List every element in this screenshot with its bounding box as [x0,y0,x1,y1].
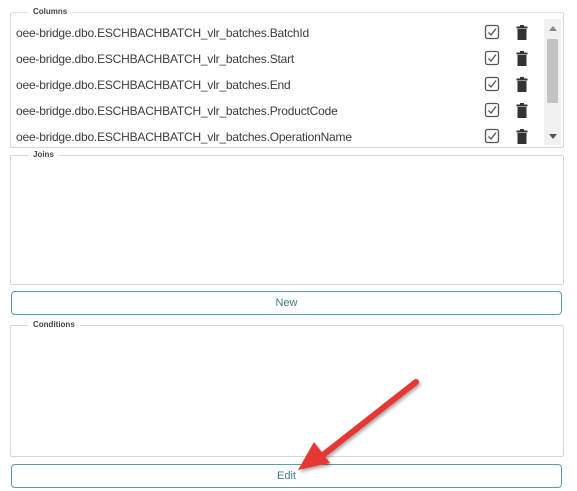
columns-legend: Columns [28,7,73,17]
column-row[interactable]: oee-bridge.dbo.ESCHBACHBATCH_vlr_batches… [11,125,541,147]
column-row[interactable]: oee-bridge.dbo.ESCHBACHBATCH_vlr_batches… [11,47,541,73]
trash-icon[interactable] [513,75,531,93]
column-row[interactable]: oee-bridge.dbo.ESCHBACHBATCH_vlr_batches… [11,21,541,47]
columns-group: Columns oee-bridge.dbo.ESCHBACHBATCH_vlr… [10,7,564,148]
trash-icon[interactable] [513,101,531,119]
conditions-group: Conditions [10,320,564,457]
checkbox-edit-icon[interactable] [483,23,501,41]
checkbox-edit-icon[interactable] [483,101,501,119]
column-row[interactable]: oee-bridge.dbo.ESCHBACHBATCH_vlr_batches… [11,73,541,99]
edit-conditions-button[interactable]: Edit [11,464,562,488]
scroll-down-arrow-icon[interactable] [544,129,561,143]
conditions-legend: Conditions [28,320,80,330]
new-join-button[interactable]: New [11,291,562,315]
joins-legend: Joins [28,150,59,160]
trash-icon[interactable] [513,23,531,41]
column-name: oee-bridge.dbo.ESCHBACHBATCH_vlr_batches… [16,26,309,40]
trash-icon[interactable] [513,49,531,67]
checkbox-edit-icon[interactable] [483,75,501,93]
column-name: oee-bridge.dbo.ESCHBACHBATCH_vlr_batches… [16,104,338,118]
trash-icon[interactable] [513,127,531,145]
checkbox-edit-icon[interactable] [483,127,501,145]
column-name: oee-bridge.dbo.ESCHBACHBATCH_vlr_batches… [16,130,352,144]
scrollbar-thumb[interactable] [547,39,558,103]
columns-scrollbar[interactable] [544,19,561,145]
column-row[interactable]: oee-bridge.dbo.ESCHBACHBATCH_vlr_batches… [11,99,541,125]
columns-list[interactable]: oee-bridge.dbo.ESCHBACHBATCH_vlr_batches… [11,21,541,147]
column-name: oee-bridge.dbo.ESCHBACHBATCH_vlr_batches… [16,52,295,66]
checkbox-edit-icon[interactable] [483,49,501,67]
scroll-up-arrow-icon[interactable] [544,21,561,35]
joins-group: Joins [10,150,564,285]
column-name: oee-bridge.dbo.ESCHBACHBATCH_vlr_batches… [16,78,291,92]
